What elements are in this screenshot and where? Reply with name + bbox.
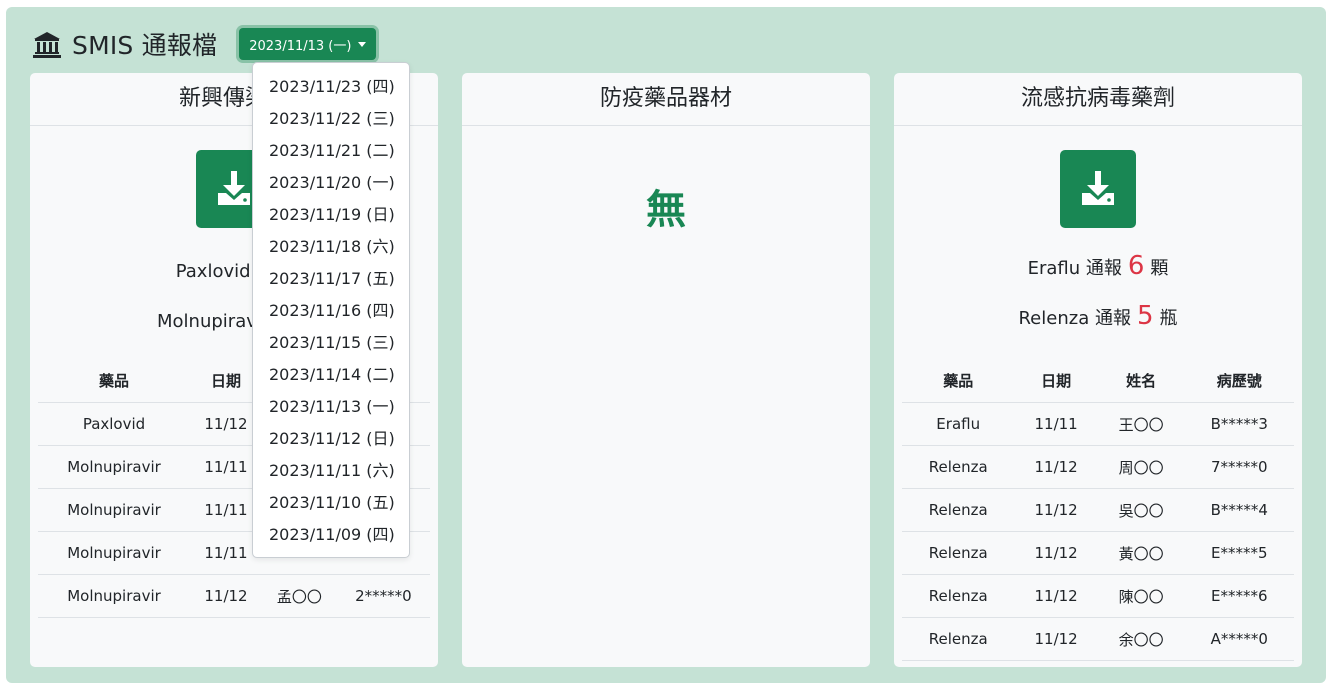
name-cell: 余〇〇 xyxy=(1097,617,1185,661)
record-cell: 2*****0 xyxy=(336,574,430,618)
download-icon xyxy=(218,171,250,205)
drug-cell: Molnupiravir xyxy=(38,445,191,489)
drug-cell: Molnupiravir xyxy=(38,574,191,618)
download-icon xyxy=(1082,171,1114,205)
summary-line: Relenza 通報 5 瓶 xyxy=(894,301,1302,331)
date-cell: 11/11 xyxy=(1014,402,1098,446)
record-cell: A*****0 xyxy=(1184,617,1294,661)
date-option[interactable]: 2023/11/20 (一) xyxy=(253,167,409,199)
name-cell: 周〇〇 xyxy=(1097,445,1185,489)
date-option[interactable]: 2023/11/19 (日) xyxy=(253,199,409,231)
column-header: 病歷號 xyxy=(1184,358,1294,403)
table-row: Eraflu 11/11 王〇〇 B*****3 xyxy=(902,402,1294,446)
name-cell: 黃〇〇 xyxy=(1097,531,1185,575)
card-title: 防疫藥品器材 xyxy=(462,73,870,126)
date-option[interactable]: 2023/11/21 (二) xyxy=(253,135,409,167)
summary-line: Eraflu 通報 6 顆 xyxy=(894,251,1302,281)
summary-label: Relenza 通報 xyxy=(1018,308,1131,329)
date-cell: 11/12 xyxy=(1014,445,1098,489)
date-option[interactable]: 2023/11/22 (三) xyxy=(253,103,409,135)
page-title: SMIS 通報檔 xyxy=(72,31,218,60)
bank-icon xyxy=(33,32,61,58)
drug-cell: Molnupiravir xyxy=(38,488,191,532)
selected-date-label: 2023/11/13 (一) xyxy=(249,38,352,54)
table-header-row: 藥品 日期 姓名 病歷號 xyxy=(902,358,1294,403)
card-title: 流感抗病毒藥劑 xyxy=(894,73,1302,126)
date-option[interactable]: 2023/11/15 (三) xyxy=(253,327,409,359)
table-row: Molnupiravir 11/12 孟〇〇 2*****0 xyxy=(38,574,430,618)
date-option[interactable]: 2023/11/11 (六) xyxy=(253,455,409,487)
drug-cell: Relenza xyxy=(902,531,1015,575)
summary-unit: 顆 xyxy=(1150,258,1169,279)
column-header: 藥品 xyxy=(902,358,1015,403)
drug-cell: Relenza xyxy=(902,445,1015,489)
date-cell: 11/12 xyxy=(1014,531,1098,575)
drug-cell: Relenza xyxy=(902,617,1015,661)
card-flu-antiviral: 流感抗病毒藥劑 Eraflu 通報 6 顆 Relenza 通報 5 瓶 藥品 日期 姓… xyxy=(894,73,1302,667)
date-option[interactable]: 2023/11/12 (日) xyxy=(253,423,409,455)
date-option[interactable]: 2023/11/23 (四) xyxy=(253,71,409,103)
name-cell: 王〇〇 xyxy=(1097,402,1185,446)
column-header: 日期 xyxy=(1014,358,1098,403)
name-cell: 陳〇〇 xyxy=(1097,574,1185,618)
table-row: Relenza 11/12 陳〇〇 E*****6 xyxy=(902,574,1294,618)
column-header: 姓名 xyxy=(1097,358,1185,403)
drug-cell: Paxlovid xyxy=(38,402,191,446)
record-cell: E*****6 xyxy=(1184,574,1294,618)
date-cell: 11/12 xyxy=(1014,574,1098,618)
table-row: Relenza 11/12 黃〇〇 E*****5 xyxy=(902,531,1294,575)
record-cell: E*****5 xyxy=(1184,531,1294,575)
card-epidemic-supplies: 防疫藥品器材 無 xyxy=(462,73,870,667)
download-button[interactable] xyxy=(1060,150,1136,228)
summary-label: Eraflu 通報 xyxy=(1027,258,1122,279)
drug-cell: Molnupiravir xyxy=(38,531,191,575)
date-option[interactable]: 2023/11/18 (六) xyxy=(253,231,409,263)
empty-indicator: 無 xyxy=(646,187,686,233)
date-cell: 11/12 xyxy=(190,574,262,618)
drug-cell: Relenza xyxy=(902,488,1015,532)
drug-cell: Relenza xyxy=(902,574,1015,618)
drug-cell: Eraflu xyxy=(902,402,1015,446)
table-row: Relenza 11/12 周〇〇 7*****0 xyxy=(902,445,1294,489)
record-cell: B*****4 xyxy=(1184,488,1294,532)
name-cell: 吳〇〇 xyxy=(1097,488,1185,532)
date-option[interactable]: 2023/11/14 (二) xyxy=(253,359,409,391)
column-header: 藥品 xyxy=(38,358,191,403)
table-row: Relenza 11/12 余〇〇 A*****0 xyxy=(902,617,1294,661)
summary-unit: 瓶 xyxy=(1159,308,1178,329)
date-option[interactable]: 2023/11/17 (五) xyxy=(253,263,409,295)
date-dropdown-menu: 2023/11/23 (四) 2023/11/22 (三) 2023/11/21… xyxy=(252,62,410,558)
record-cell: B*****3 xyxy=(1184,402,1294,446)
date-option[interactable]: 2023/11/10 (五) xyxy=(253,487,409,519)
report-table: 藥品 日期 姓名 病歷號 Eraflu 11/11 王〇〇 B*****3 Re… xyxy=(902,358,1294,661)
record-cell: 7*****0 xyxy=(1184,445,1294,489)
date-option[interactable]: 2023/11/13 (一) xyxy=(253,391,409,423)
date-option[interactable]: 2023/11/09 (四) xyxy=(253,519,409,551)
caret-down-icon xyxy=(358,41,367,47)
date-dropdown-button[interactable]: 2023/11/13 (一) xyxy=(239,28,377,60)
name-cell: 孟〇〇 xyxy=(261,574,337,618)
summary-count: 6 xyxy=(1127,251,1145,281)
date-option[interactable]: 2023/11/16 (四) xyxy=(253,295,409,327)
date-cell: 11/12 xyxy=(1014,488,1098,532)
summary-count: 5 xyxy=(1136,301,1154,331)
header: SMIS 通報檔 2023/11/13 (一) xyxy=(32,26,377,62)
table-row: Relenza 11/12 吳〇〇 B*****4 xyxy=(902,488,1294,532)
date-cell: 11/12 xyxy=(1014,617,1098,661)
